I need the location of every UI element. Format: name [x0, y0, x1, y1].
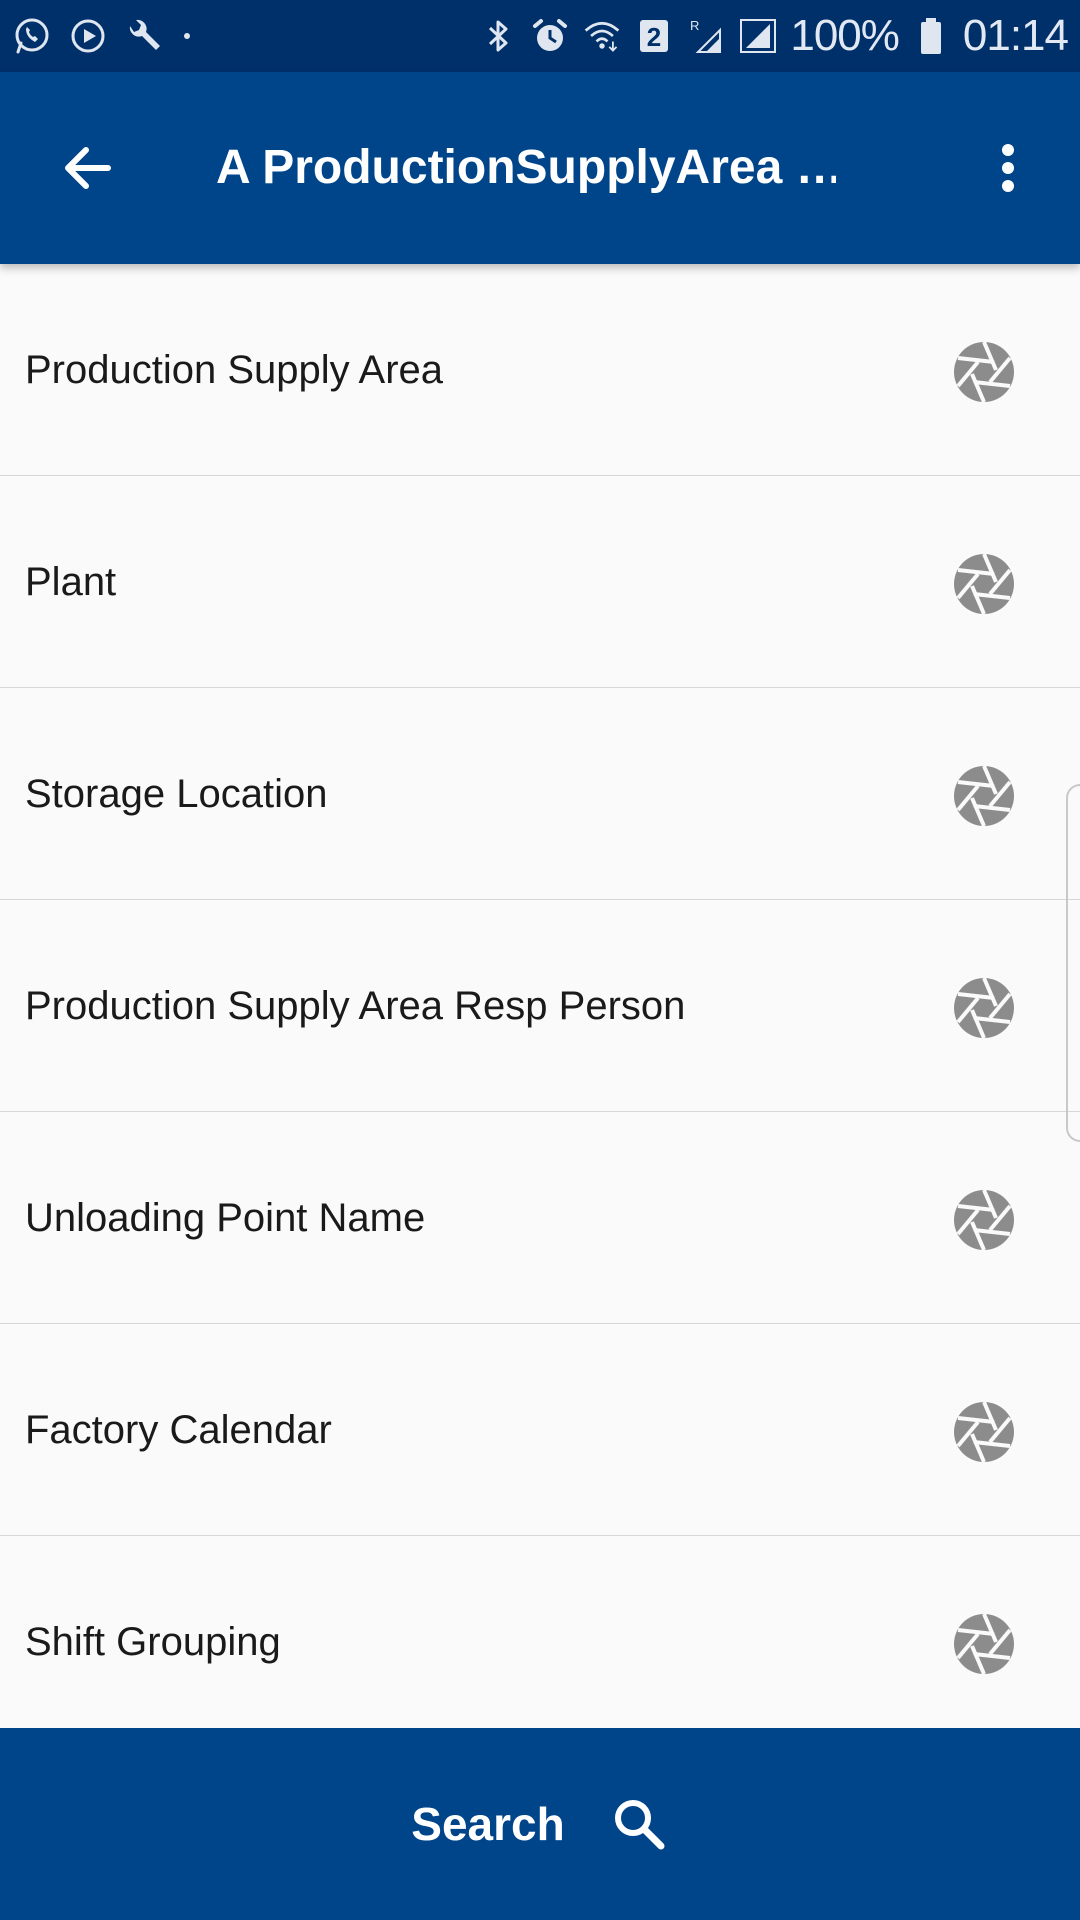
list-item-factory-calendar[interactable]: Factory Calendar	[0, 1324, 1080, 1536]
back-button[interactable]	[40, 120, 136, 216]
whatsapp-icon	[12, 16, 52, 56]
aperture-icon[interactable]	[952, 552, 1016, 616]
aperture-icon[interactable]	[952, 764, 1016, 828]
battery-icon	[911, 16, 951, 56]
list-item-label: Storage Location	[25, 772, 328, 816]
wrench-icon	[124, 16, 164, 56]
field-list: Production Supply Area Plant Storage Loc…	[0, 264, 1080, 1748]
list-item-label: Plant	[25, 560, 117, 604]
edge-panel-handle[interactable]	[1066, 784, 1080, 1142]
search-button[interactable]: Search	[0, 1728, 1080, 1920]
aperture-icon[interactable]	[952, 1612, 1016, 1676]
svg-text:R: R	[690, 18, 699, 33]
status-bar-left	[12, 0, 190, 72]
battery-percent: 100%	[790, 11, 900, 60]
list-item-label: Shift Grouping	[25, 1620, 281, 1664]
search-icon	[614, 1800, 665, 1850]
aperture-icon[interactable]	[952, 340, 1016, 404]
more-vert-icon	[1002, 144, 1014, 192]
list-item-unloading-point-name[interactable]: Unloading Point Name	[0, 1112, 1080, 1324]
clock: 01:14	[962, 11, 1069, 60]
sim-2-badge-icon: 2	[634, 16, 674, 56]
play-circle-icon	[68, 16, 108, 56]
list-item-label: Production Supply Area	[25, 348, 444, 392]
status-bar-right: 2 R 100% 01:14	[478, 0, 1069, 72]
aperture-icon[interactable]	[952, 1188, 1016, 1252]
app-bar: A ProductionSupplyArea …	[0, 72, 1080, 264]
roaming-signal-icon: R	[686, 16, 726, 56]
list-item-label: Production Supply Area Resp Person	[25, 984, 686, 1028]
list-item-production-supply-area[interactable]: Production Supply Area	[0, 264, 1080, 476]
list-item-plant[interactable]: Plant	[0, 476, 1080, 688]
aperture-icon[interactable]	[952, 976, 1016, 1040]
notification-dot-icon	[184, 33, 190, 39]
sim-badge-text: 2	[647, 22, 661, 52]
list-item-label: Factory Calendar	[25, 1408, 332, 1452]
bluetooth-icon	[478, 16, 518, 56]
list-item-production-supply-area-resp-person[interactable]: Production Supply Area Resp Person	[0, 900, 1080, 1112]
list-item-storage-location[interactable]: Storage Location	[0, 688, 1080, 900]
status-bar: 2 R 100% 01:14	[0, 0, 1080, 72]
page-title: A ProductionSupplyArea …	[216, 141, 836, 194]
search-label: Search	[411, 1798, 565, 1850]
aperture-icon[interactable]	[952, 1400, 1016, 1464]
wifi-icon	[582, 16, 622, 56]
alarm-icon	[530, 16, 570, 56]
list-item-label: Unloading Point Name	[25, 1196, 426, 1240]
overflow-menu-button[interactable]	[968, 120, 1048, 216]
signal-icon	[738, 16, 778, 56]
list-item-shift-grouping[interactable]: Shift Grouping	[0, 1536, 1080, 1748]
arrow-left-icon	[65, 147, 111, 189]
